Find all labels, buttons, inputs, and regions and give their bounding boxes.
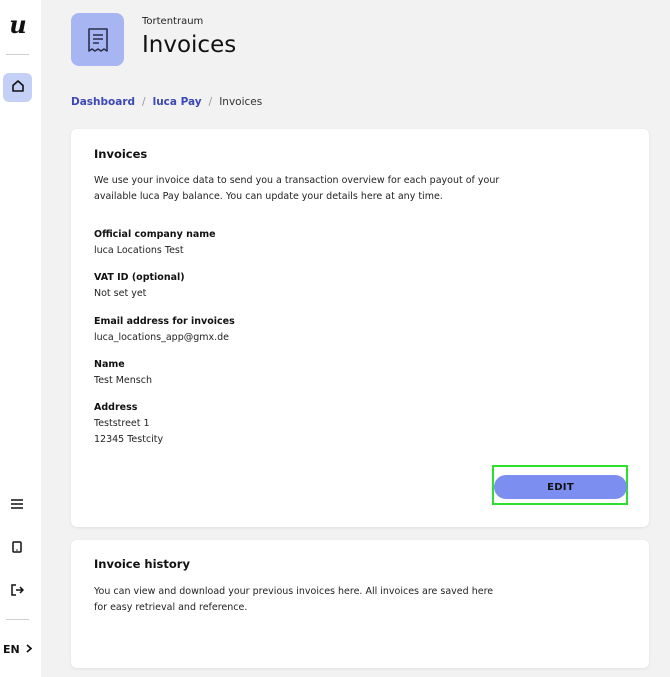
field-label: VAT ID (optional) [94, 272, 185, 283]
device-icon [12, 538, 22, 557]
breadcrumb-luca-pay[interactable]: luca Pay [153, 96, 202, 108]
logout-icon [10, 581, 24, 600]
page-title: Invoices [142, 32, 237, 58]
field-label: Address [94, 402, 138, 413]
invoices-card-title: Invoices [94, 147, 148, 161]
breadcrumb-current: Invoices [219, 96, 263, 108]
address-street: Teststreet 1 [94, 418, 150, 429]
breadcrumb-separator: / [208, 96, 213, 108]
address-city: 12345 Testcity [94, 434, 164, 445]
breadcrumb: Dashboard / luca Pay / Invoices [71, 96, 262, 108]
invoice-email-field: Email address for invoices luca_location… [94, 316, 235, 346]
name-field: Name Test Mensch [94, 359, 152, 389]
home-button[interactable] [3, 73, 32, 102]
vat-id-field: VAT ID (optional) Not set yet [94, 272, 185, 302]
home-icon [11, 78, 25, 97]
field-value: luca_locations_app@gmx.de [94, 332, 230, 343]
address-field: Address Teststreet 1 12345 Testcity [94, 402, 163, 448]
menu-icon [11, 494, 23, 513]
breadcrumb-dashboard[interactable]: Dashboard [71, 96, 135, 108]
venue-name: Tortentraum [142, 16, 204, 27]
invoice-history-title: Invoice history [94, 557, 190, 571]
breadcrumb-separator: / [142, 96, 146, 108]
sidebar-divider [6, 619, 29, 620]
menu-button[interactable] [5, 491, 29, 515]
sidebar: u EN [0, 0, 41, 677]
chevron-right-icon [26, 643, 32, 656]
logout-button[interactable] [5, 578, 29, 602]
invoices-card: Invoices We use your invoice data to sen… [71, 129, 649, 527]
invoice-history-description: You can view and download your previous … [94, 586, 494, 613]
company-name-field: Official company name luca Locations Tes… [94, 229, 216, 259]
invoice-icon [71, 13, 124, 66]
sidebar-divider [6, 54, 29, 55]
field-value: Not set yet [94, 288, 147, 299]
field-label: Official company name [94, 229, 216, 240]
language-label: EN [3, 643, 20, 656]
invoices-card-description: We use your invoice data to send you a t… [94, 175, 500, 202]
field-value: Test Mensch [94, 375, 152, 386]
invoice-history-card: Invoice history You can view and downloa… [71, 540, 649, 668]
field-label: Email address for invoices [94, 316, 235, 327]
device-button[interactable] [5, 535, 29, 559]
edit-button[interactable]: EDIT [494, 475, 627, 499]
language-selector[interactable]: EN [3, 643, 32, 656]
field-value: luca Locations Test [94, 245, 184, 256]
field-label: Name [94, 359, 125, 370]
app-logo[interactable]: u [0, 10, 36, 39]
